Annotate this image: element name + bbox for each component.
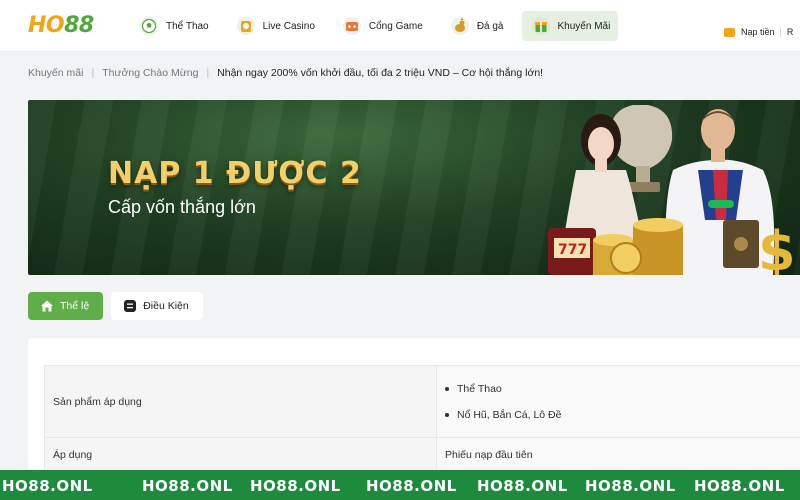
top-navigation-bar: HO88 Thể Thao Live Casino Cổng Game Đá g… [0, 0, 800, 52]
wallet-icon [724, 27, 735, 37]
rule-key: Áp dụng [44, 437, 437, 472]
watermark-text: HO88.ONL [2, 477, 93, 495]
nav-label: Cổng Game [368, 20, 423, 32]
promo-tabs: Thể lệ Điều Kiện [28, 292, 211, 320]
logo-part-88: 88 [64, 13, 94, 38]
list-item: Thể Thao [445, 376, 795, 402]
banner-illustration: 777 $ [548, 105, 796, 275]
nav-label: Đá gà [476, 20, 504, 32]
game-portal-icon [341, 15, 363, 37]
watermark-text: HO88.ONL [585, 477, 676, 495]
watermark-text: HO88.ONL [477, 477, 568, 495]
safe-icon [723, 220, 759, 268]
rule-value: Phiếu nạp đầu tiên [436, 437, 800, 472]
gift-box-icon [530, 15, 552, 37]
rule-value: Thể Thao Nổ Hũ, Bắn Cá, Lô Đề [436, 365, 800, 438]
promo-banner: NẠP 1 ĐƯỢC 2 Cấp vốn thắng lớn 777 $ [28, 100, 800, 275]
soccer-ball-icon [138, 15, 160, 37]
nav-item-live-casino[interactable]: Live Casino [227, 11, 323, 41]
breadcrumb-item-thuong-chao-mung[interactable]: Thưởng Chào Mừng [102, 67, 198, 79]
dollar-sign-icon: $ [758, 220, 796, 275]
nav-item-cong-game[interactable]: Cổng Game [333, 11, 431, 41]
breadcrumb-separator: | [206, 67, 210, 79]
watermark-strip: HO88.ONL HO88.ONL HO88.ONL HO88.ONL HO88… [0, 470, 800, 500]
nav-label: Thể Thao [166, 20, 209, 32]
breadcrumb: Khuyến mãi | Thưởng Chào Mừng | Nhận nga… [28, 67, 543, 79]
topup-link[interactable]: Nạp tiền [741, 27, 775, 37]
breadcrumb-separator: | [91, 67, 95, 79]
banner-title: NẠP 1 ĐƯỢC 2 [108, 156, 362, 191]
topup-divider: | [779, 27, 782, 37]
list-icon [124, 300, 137, 312]
watermark-text: HO88.ONL [366, 477, 457, 495]
nav-item-khuyen-mai[interactable]: Khuyến Mãi [521, 11, 619, 41]
list-item: Nổ Hũ, Bắn Cá, Lô Đề [445, 402, 795, 428]
rule-key: Sản phẩm áp dụng [44, 365, 437, 438]
tab-the-le[interactable]: Thể lệ [28, 292, 104, 320]
house-icon [41, 300, 53, 312]
slot-machine-icon: 777 [548, 228, 596, 275]
nav-item-the-thao[interactable]: Thể Thao [130, 11, 217, 41]
tab-label: Điều Kiện [143, 300, 189, 312]
casino-chip-icon [235, 15, 257, 37]
product-list: Thể Thao Nổ Hũ, Bắn Cá, Lô Đề [445, 376, 795, 428]
logo-part-ho: HO [28, 13, 65, 38]
main-nav: Thể Thao Live Casino Cổng Game Đá gà Khu… [130, 10, 628, 42]
banner-subtitle: Cấp vốn thắng lớn [108, 197, 256, 217]
next-header-link[interactable]: R [787, 27, 794, 37]
site-logo[interactable]: HO88 [28, 13, 94, 38]
watermark-text: HO88.ONL [694, 477, 785, 495]
nav-label: Live Casino [262, 20, 315, 32]
rooster-icon [449, 15, 471, 37]
svg-text:777: 777 [558, 242, 587, 258]
breadcrumb-item-khuyen-mai[interactable]: Khuyến mãi [28, 67, 83, 79]
topup-area: Nạp tiền | R [724, 27, 793, 37]
nav-item-da-ga[interactable]: Đá gà [441, 11, 512, 41]
tab-label: Thể lệ [60, 300, 90, 312]
rules-table: Sản phẩm áp dụng Thể Thao Nổ Hũ, Bắn Cá,… [44, 365, 800, 472]
breadcrumb-current: Nhận ngay 200% vốn khởi đầu, tối đa 2 tr… [217, 67, 544, 79]
tab-dieu-kien[interactable]: Điều Kiện [111, 292, 203, 320]
nav-label: Khuyến Mãi [557, 20, 611, 32]
table-row: Sản phẩm áp dụng Thể Thao Nổ Hũ, Bắn Cá,… [44, 365, 800, 438]
table-row: Áp dụng Phiếu nạp đầu tiên [44, 437, 800, 472]
watermark-text: HO88.ONL [250, 477, 341, 495]
watermark-text: HO88.ONL [142, 477, 233, 495]
